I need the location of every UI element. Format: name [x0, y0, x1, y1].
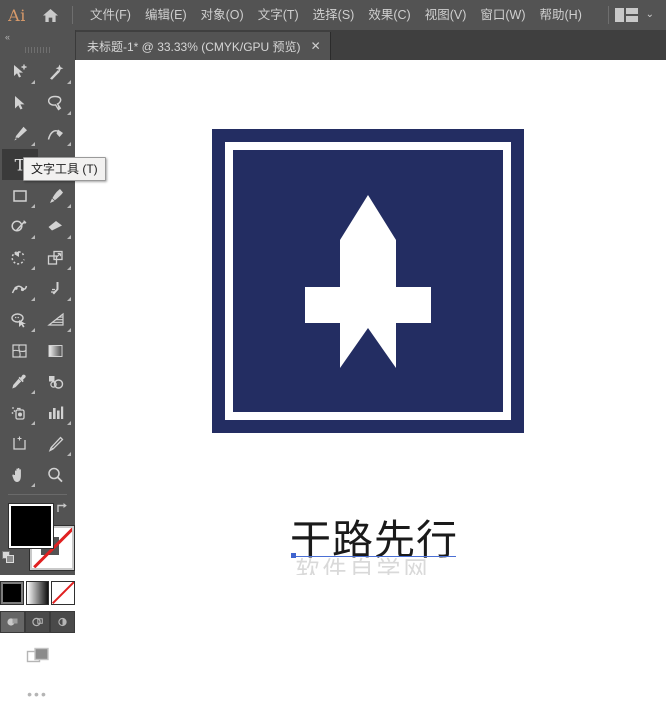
close-icon[interactable]: ✕ [311, 40, 321, 52]
menu-window[interactable]: 窗口(W) [473, 0, 532, 30]
more-tools-button[interactable]: ••• [0, 687, 75, 701]
zoom-tool[interactable] [38, 459, 74, 490]
menu-file[interactable]: 文件(F) [83, 0, 138, 30]
tool-grid: T [0, 56, 75, 490]
draw-normal-button[interactable] [0, 611, 25, 633]
mesh-tool[interactable] [2, 335, 38, 366]
eyedropper-tool[interactable] [2, 366, 38, 397]
blend-tool[interactable] [38, 366, 74, 397]
shape-builder-tool[interactable] [2, 304, 38, 335]
menu-select[interactable]: 选择(S) [306, 0, 362, 30]
scale-tool[interactable] [38, 242, 74, 273]
artboard [212, 129, 524, 433]
panel-drag-handle[interactable] [0, 44, 75, 56]
rectangle-tool[interactable] [2, 180, 38, 211]
document-tab-label: 未标题-1* @ 33.33% (CMYK/GPU 预览) [87, 39, 301, 54]
free-transform-tool[interactable] [38, 273, 74, 304]
menu-type[interactable]: 文字(T) [251, 0, 306, 30]
hand-tool[interactable] [2, 459, 38, 490]
collapse-panel-button[interactable]: « [0, 30, 75, 44]
swap-fill-stroke-icon[interactable] [55, 501, 69, 515]
direct-selection-tool[interactable] [2, 87, 38, 118]
menu-effect[interactable]: 效果(C) [361, 0, 417, 30]
document-tab-bar: 未标题-1* @ 33.33% (CMYK/GPU 预览) ✕ [75, 30, 666, 60]
column-graph-tool[interactable] [38, 397, 74, 428]
none-mode-button[interactable] [51, 581, 76, 605]
document-tab[interactable]: 未标题-1* @ 33.33% (CMYK/GPU 预览) ✕ [75, 32, 331, 60]
menu-view[interactable]: 视图(V) [418, 0, 474, 30]
menubar-divider [72, 6, 73, 24]
drawing-mode-row [0, 611, 75, 633]
document-canvas[interactable]: 干路先行 软件自学网 WWW.RJZXW.COM [75, 60, 666, 575]
draw-inside-button[interactable] [50, 611, 75, 633]
perspective-grid-tool[interactable] [38, 304, 74, 335]
draw-behind-button[interactable] [25, 611, 50, 633]
menubar-divider-right [607, 6, 609, 24]
lasso-tool[interactable] [38, 87, 74, 118]
paint-mode-row [0, 581, 76, 605]
gradient-tool[interactable] [38, 335, 74, 366]
selection-plus-tool[interactable] [2, 56, 38, 87]
curvature-tool[interactable] [38, 118, 74, 149]
eraser-tool[interactable] [38, 211, 74, 242]
tools-divider [8, 494, 67, 495]
change-screen-mode-button[interactable] [0, 645, 75, 669]
color-mode-button[interactable] [0, 581, 24, 605]
artwork-headline-text[interactable]: 干路先行 [290, 520, 458, 561]
gradient-mode-button[interactable] [25, 581, 50, 605]
tools-panel: « T ••• [0, 30, 76, 701]
chevron-down-icon[interactable]: ⌄ [646, 10, 654, 20]
home-icon[interactable] [34, 0, 66, 30]
shaper-tool[interactable] [2, 211, 38, 242]
menubar-right-group: ⌄ [602, 0, 666, 30]
app-logo-icon: Ai [8, 5, 26, 25]
pen-tool[interactable] [2, 118, 38, 149]
symbol-sprayer-tool[interactable] [2, 397, 38, 428]
artboard-tool[interactable] [2, 428, 38, 459]
text-anchor-point[interactable] [291, 553, 296, 558]
menu-object[interactable]: 对象(O) [194, 0, 251, 30]
rocket-arrow-shape [305, 195, 431, 369]
menu-edit[interactable]: 编辑(E) [138, 0, 194, 30]
menu-bar: Ai 文件(F) 编辑(E) 对象(O) 文字(T) 选择(S) 效果(C) 视… [0, 0, 666, 30]
menu-help[interactable]: 帮助(H) [533, 0, 589, 30]
magic-wand-tool[interactable] [38, 56, 74, 87]
rotate-tool[interactable] [2, 242, 38, 273]
menu-items: 文件(F) 编辑(E) 对象(O) 文字(T) 选择(S) 效果(C) 视图(V… [83, 0, 589, 30]
default-fill-stroke-icon[interactable] [2, 551, 16, 565]
illustrator-window: Ai 文件(F) 编辑(E) 对象(O) 文字(T) 选择(S) 效果(C) 视… [0, 0, 666, 701]
paintbrush-tool[interactable] [38, 180, 74, 211]
type-tool-tooltip: 文字工具 (T) [23, 157, 106, 181]
workspace-layout-icon[interactable] [614, 8, 638, 22]
text-baseline-indicator [292, 556, 456, 557]
width-tool[interactable] [2, 273, 38, 304]
fill-color-swatch[interactable] [8, 503, 54, 549]
color-controls [0, 499, 75, 579]
slice-tool[interactable] [38, 428, 74, 459]
